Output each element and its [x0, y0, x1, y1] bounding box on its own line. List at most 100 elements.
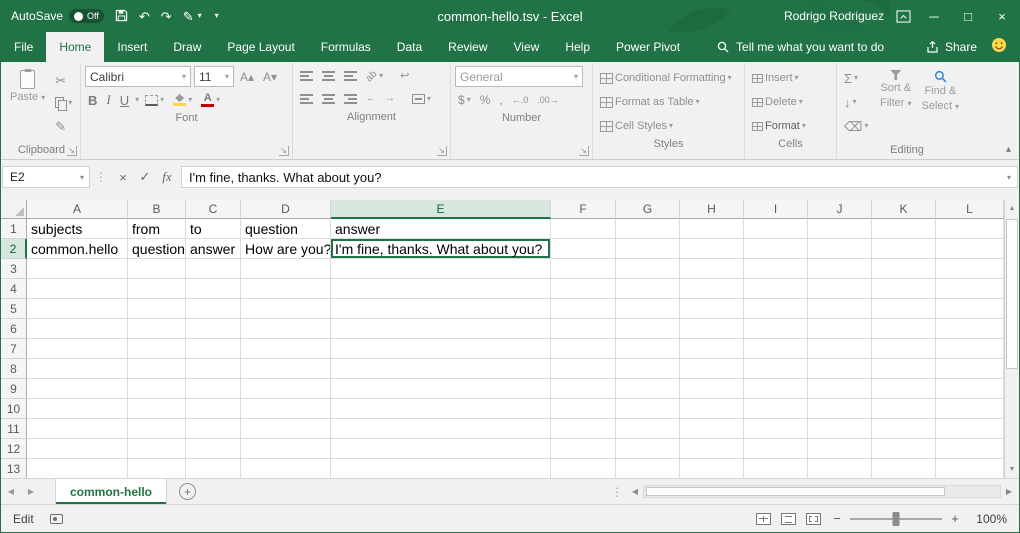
clipboard-dialog-launcher[interactable]: ↘	[67, 146, 77, 156]
cell-D12[interactable]	[241, 439, 331, 459]
column-header-D[interactable]: D	[241, 200, 331, 219]
alignment-dialog-launcher[interactable]: ↘	[437, 146, 447, 156]
cell-H3[interactable]	[680, 259, 744, 279]
zoom-in-button[interactable]: +	[949, 511, 961, 526]
cell-A6[interactable]	[27, 319, 128, 339]
increase-decimal-button[interactable]: ←.0	[509, 90, 532, 110]
cell-B11[interactable]	[128, 419, 186, 439]
save-icon[interactable]	[115, 9, 128, 24]
grow-font-button[interactable]: A▴	[237, 67, 257, 87]
row-header-6[interactable]: 6	[1, 319, 27, 339]
merge-center-dropdown-icon[interactable]: ▾	[427, 95, 431, 103]
sort-filter-button[interactable]: Sort & Filter ▾	[877, 66, 915, 142]
cell-E12[interactable]	[331, 439, 551, 459]
cell-L12[interactable]	[936, 439, 1004, 459]
fill-color-dropdown-icon[interactable]: ▾	[188, 96, 192, 104]
cell-E4[interactable]	[331, 279, 551, 299]
cell-C11[interactable]	[186, 419, 241, 439]
cell-H12[interactable]	[680, 439, 744, 459]
cell-B5[interactable]	[128, 299, 186, 319]
cell-K9[interactable]	[872, 379, 936, 399]
shrink-font-button[interactable]: A▾	[260, 67, 280, 87]
cell-C12[interactable]	[186, 439, 241, 459]
cell-K7[interactable]	[872, 339, 936, 359]
close-button[interactable]: ×	[985, 0, 1019, 32]
italic-button[interactable]: I	[103, 90, 113, 110]
cell-L4[interactable]	[936, 279, 1004, 299]
tab-home[interactable]: Home	[46, 32, 104, 62]
cell-E1[interactable]: answer	[331, 219, 551, 239]
cell-J2[interactable]	[808, 239, 872, 259]
cell-E3[interactable]	[331, 259, 551, 279]
pen-dropdown-icon[interactable]: ▾	[198, 12, 202, 20]
cell-J5[interactable]	[808, 299, 872, 319]
row-header-10[interactable]: 10	[1, 399, 27, 419]
wrap-text-button[interactable]: ↩	[397, 66, 412, 86]
cell-K4[interactable]	[872, 279, 936, 299]
cell-D5[interactable]	[241, 299, 331, 319]
autosave-pill[interactable]: Off	[69, 9, 104, 23]
user-name[interactable]: Rodrigo Rodriguez	[784, 9, 884, 23]
cell-D11[interactable]	[241, 419, 331, 439]
horizontal-scrollbar[interactable]: ◀ ▶	[627, 479, 1019, 504]
cell-I7[interactable]	[744, 339, 808, 359]
cell-L10[interactable]	[936, 399, 1004, 419]
tell-me-box[interactable]: Tell me what you want to do	[717, 32, 884, 62]
row-header-3[interactable]: 3	[1, 259, 27, 279]
zoom-out-button[interactable]: −	[831, 511, 843, 526]
column-header-K[interactable]: K	[872, 200, 936, 219]
cancel-button[interactable]: ×	[112, 166, 134, 188]
clear-button[interactable]: ⌫▾	[841, 116, 873, 136]
cell-J9[interactable]	[808, 379, 872, 399]
cell-styles-button[interactable]: Cell Styles▾	[597, 116, 740, 136]
cell-D7[interactable]	[241, 339, 331, 359]
align-center-button[interactable]	[319, 89, 338, 109]
cell-G5[interactable]	[616, 299, 680, 319]
cell-G8[interactable]	[616, 359, 680, 379]
cell-H2[interactable]	[680, 239, 744, 259]
cell-A3[interactable]	[27, 259, 128, 279]
cell-C8[interactable]	[186, 359, 241, 379]
cell-H11[interactable]	[680, 419, 744, 439]
cell-E10[interactable]	[331, 399, 551, 419]
cell-K3[interactable]	[872, 259, 936, 279]
cell-K13[interactable]	[872, 459, 936, 478]
cell-L2[interactable]	[936, 239, 1004, 259]
horizontal-scroll-track[interactable]	[643, 485, 1001, 498]
number-dialog-launcher[interactable]: ↘	[579, 146, 589, 156]
cell-H1[interactable]	[680, 219, 744, 239]
tab-bar-splitter[interactable]: ⋮	[607, 485, 627, 499]
tab-file[interactable]: File	[1, 32, 46, 62]
name-box[interactable]: E2 ▾	[2, 166, 90, 188]
row-header-7[interactable]: 7	[1, 339, 27, 359]
row-header-11[interactable]: 11	[1, 419, 27, 439]
sheet-tab-common-hello[interactable]: common-hello	[55, 479, 167, 504]
cell-I9[interactable]	[744, 379, 808, 399]
cell-I4[interactable]	[744, 279, 808, 299]
row-header-8[interactable]: 8	[1, 359, 27, 379]
cell-L6[interactable]	[936, 319, 1004, 339]
cell-A4[interactable]	[27, 279, 128, 299]
clear-dropdown-icon[interactable]: ▾	[864, 122, 868, 130]
cell-D6[interactable]	[241, 319, 331, 339]
cell-E9[interactable]	[331, 379, 551, 399]
cell-I12[interactable]	[744, 439, 808, 459]
cell-E8[interactable]	[331, 359, 551, 379]
scroll-down-icon[interactable]: ▼	[1005, 461, 1019, 478]
column-header-B[interactable]: B	[128, 200, 186, 219]
column-header-L[interactable]: L	[936, 200, 1004, 219]
cell-A1[interactable]: subjects	[27, 219, 128, 239]
tab-power-pivot[interactable]: Power Pivot	[603, 32, 693, 62]
row-header-4[interactable]: 4	[1, 279, 27, 299]
undo-icon[interactable]: ↶	[139, 10, 150, 23]
cell-D8[interactable]	[241, 359, 331, 379]
cell-I5[interactable]	[744, 299, 808, 319]
cell-C9[interactable]	[186, 379, 241, 399]
cell-C4[interactable]	[186, 279, 241, 299]
cell-H10[interactable]	[680, 399, 744, 419]
find-select-button[interactable]: Find & Select ▾	[919, 66, 963, 142]
font-size-combo[interactable]: 11 ▾	[194, 66, 234, 87]
cell-F8[interactable]	[551, 359, 616, 379]
cell-B12[interactable]	[128, 439, 186, 459]
cell-J4[interactable]	[808, 279, 872, 299]
